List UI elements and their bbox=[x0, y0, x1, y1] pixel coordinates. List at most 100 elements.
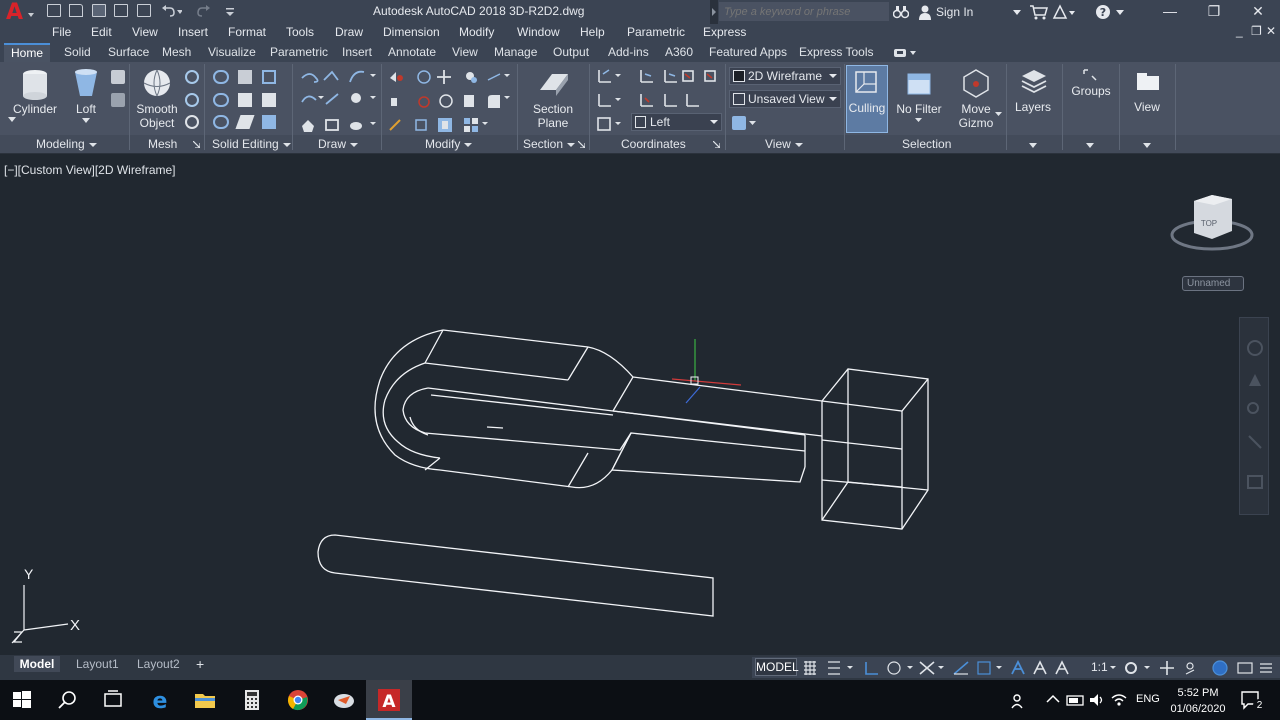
tab-manage[interactable]: Manage bbox=[494, 45, 537, 59]
tab-view[interactable]: View bbox=[452, 45, 478, 59]
menu-tools[interactable]: Tools bbox=[286, 25, 314, 39]
menu-express[interactable]: Express bbox=[703, 25, 746, 39]
annotation-scale[interactable]: 1:1 bbox=[1091, 660, 1108, 674]
autocad-taskbar-button[interactable]: A bbox=[366, 680, 412, 720]
separate-icon[interactable] bbox=[262, 115, 276, 129]
edge-browser-icon[interactable]: e bbox=[148, 688, 172, 712]
menu-insert[interactable]: Insert bbox=[178, 25, 208, 39]
subtract-icon[interactable] bbox=[213, 93, 229, 107]
chevron-down-icon[interactable] bbox=[995, 112, 1002, 117]
no-filter-button[interactable]: No Filter bbox=[894, 102, 944, 116]
show-hidden-icons-icon[interactable] bbox=[1046, 694, 1060, 704]
menu-file[interactable]: File bbox=[52, 25, 71, 39]
tab-visualize[interactable]: Visualize bbox=[208, 45, 256, 59]
drawing-viewport[interactable]: [−][Custom View][2D Wireframe] Y X TOP U… bbox=[0, 155, 1280, 655]
tab-a360[interactable]: A360 bbox=[665, 45, 693, 59]
tab-surface[interactable]: Surface bbox=[108, 45, 149, 59]
plot-button[interactable] bbox=[137, 4, 153, 19]
solid-history-icon[interactable] bbox=[238, 70, 252, 84]
draw-tools-grid[interactable] bbox=[300, 68, 380, 134]
search-icon[interactable] bbox=[56, 688, 80, 712]
groups-button[interactable]: Groups bbox=[1066, 84, 1116, 98]
visual-style-dropdown[interactable]: 2D Wireframe bbox=[729, 67, 841, 85]
panel-modify[interactable]: Modify bbox=[425, 137, 473, 151]
menu-window[interactable]: Window bbox=[517, 25, 560, 39]
open-file-button[interactable] bbox=[69, 4, 85, 19]
ucs-menu[interactable]: Unnamed bbox=[1182, 276, 1244, 291]
chevron-down-icon[interactable] bbox=[82, 118, 90, 123]
save-as-button[interactable] bbox=[114, 4, 130, 19]
mesh-box-icon[interactable] bbox=[185, 70, 199, 84]
help-icon[interactable]: ? bbox=[1095, 4, 1111, 20]
drawing-canvas[interactable]: Y X TOP bbox=[0, 155, 1280, 655]
extract-edges-icon[interactable] bbox=[262, 70, 276, 84]
menu-dimension[interactable]: Dimension bbox=[383, 25, 440, 39]
save-button[interactable] bbox=[92, 4, 108, 19]
layout-tab-layout1[interactable]: Layout1 bbox=[76, 656, 119, 672]
ucs-view-dropdown[interactable]: Left bbox=[631, 113, 722, 131]
tab-express-tools[interactable]: Express Tools bbox=[799, 45, 873, 59]
task-view-icon[interactable] bbox=[101, 688, 125, 712]
volume-icon[interactable] bbox=[1088, 692, 1106, 708]
intersect-icon[interactable] bbox=[213, 115, 229, 129]
smooth-object-button[interactable]: Smooth Object bbox=[132, 102, 182, 130]
mesh-refine-icon[interactable] bbox=[185, 93, 199, 107]
panel-mesh[interactable]: Mesh bbox=[148, 137, 177, 151]
viewcube-top-label[interactable]: TOP bbox=[1201, 219, 1217, 228]
add-layout-button[interactable]: + bbox=[196, 656, 204, 672]
input-language-indicator[interactable]: ENG bbox=[1136, 693, 1160, 705]
undo-button[interactable] bbox=[160, 4, 183, 19]
menu-help[interactable]: Help bbox=[580, 25, 605, 39]
panel-section[interactable]: Section bbox=[523, 137, 576, 151]
a360-icon[interactable] bbox=[1052, 4, 1078, 20]
menu-modify[interactable]: Modify bbox=[459, 25, 494, 39]
new-file-button[interactable] bbox=[47, 4, 63, 19]
tab-insert[interactable]: Insert bbox=[342, 45, 372, 59]
panel-view[interactable]: View bbox=[765, 137, 803, 151]
panel-launcher-icon[interactable] bbox=[193, 141, 200, 148]
chevron-down-icon[interactable] bbox=[1116, 10, 1124, 15]
cart-icon[interactable] bbox=[1029, 4, 1049, 20]
people-icon[interactable] bbox=[1010, 692, 1028, 710]
chevron-down-icon[interactable] bbox=[749, 121, 756, 126]
menu-parametric[interactable]: Parametric bbox=[627, 25, 685, 39]
system-clock[interactable]: 5:52 PM 01/06/2020 bbox=[1162, 685, 1234, 717]
layout-tab-model[interactable]: Model bbox=[14, 656, 60, 672]
chevron-down-icon[interactable] bbox=[8, 117, 16, 122]
union-icon[interactable] bbox=[213, 70, 229, 84]
slice-icon[interactable] bbox=[238, 93, 252, 107]
wifi-icon[interactable] bbox=[1110, 692, 1128, 708]
tab-featured-apps[interactable]: Featured Apps bbox=[709, 45, 787, 59]
panel-coordinates[interactable]: Coordinates bbox=[621, 137, 686, 151]
binoculars-icon[interactable] bbox=[893, 4, 909, 20]
extrude-icon[interactable] bbox=[111, 93, 125, 107]
chevron-down-icon[interactable] bbox=[915, 118, 922, 123]
close-button[interactable]: ✕ bbox=[1236, 0, 1280, 24]
fusion-app-icon[interactable] bbox=[332, 688, 356, 712]
chevron-down-icon[interactable] bbox=[1013, 10, 1021, 15]
chevron-down-icon[interactable] bbox=[1029, 143, 1037, 148]
view-panel-button[interactable]: View bbox=[1124, 100, 1170, 114]
navbar-icons[interactable] bbox=[1245, 336, 1265, 506]
panel-solid-editing[interactable]: Solid Editing bbox=[212, 137, 291, 151]
section-plane-button[interactable]: Section Plane bbox=[528, 102, 578, 130]
panel-launcher-icon[interactable] bbox=[713, 141, 720, 148]
mesh-crease-icon[interactable] bbox=[185, 115, 199, 129]
cylinder-button[interactable]: Cylinder bbox=[10, 102, 60, 116]
model-space-button[interactable]: MODEL bbox=[755, 658, 799, 676]
chevron-down-icon[interactable] bbox=[1086, 143, 1094, 148]
panel-selection[interactable]: Selection bbox=[902, 137, 951, 151]
battery-icon[interactable] bbox=[1066, 692, 1086, 708]
redo-button[interactable] bbox=[196, 4, 212, 19]
doc-minimize-button[interactable]: _ bbox=[1236, 24, 1243, 38]
calculator-icon[interactable] bbox=[240, 688, 264, 712]
culling-button[interactable]: Culling bbox=[846, 65, 888, 133]
chrome-icon[interactable] bbox=[286, 688, 310, 712]
move-gizmo-button[interactable]: Move Gizmo bbox=[952, 102, 1000, 130]
presspull-icon[interactable] bbox=[111, 70, 125, 84]
menu-view[interactable]: View bbox=[132, 25, 158, 39]
thicken-icon[interactable] bbox=[235, 115, 255, 129]
restore-button[interactable]: ❐ bbox=[1192, 0, 1236, 24]
minimize-button[interactable]: — bbox=[1148, 0, 1192, 24]
menu-format[interactable]: Format bbox=[228, 25, 266, 39]
